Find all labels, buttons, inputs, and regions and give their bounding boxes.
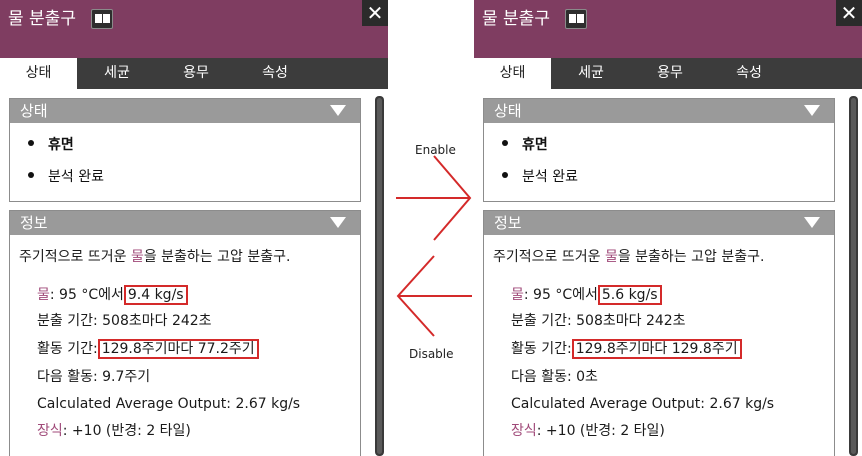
geyser-description: 주기적으로 뜨거운 물을 분출하는 고압 분출구. <box>493 249 765 265</box>
decor-link[interactable]: 장식 <box>37 423 63 439</box>
panel-titlebar: 물 분출구 ✕ <box>474 0 862 58</box>
water-rate-highlight: 5.6 kg/s <box>597 285 662 305</box>
tab-bar: 상태 세균 용무 속성 <box>474 58 862 89</box>
tab-status[interactable]: 상태 <box>474 58 551 89</box>
water-link[interactable]: 물 <box>37 287 50 303</box>
tab-germs[interactable]: 세균 <box>551 58 631 89</box>
bullet-icon <box>502 172 508 178</box>
tab-status[interactable]: 상태 <box>0 58 77 89</box>
status-section-header[interactable]: 상태 <box>484 99 834 123</box>
tab-bar: 상태 세균 용무 속성 <box>0 58 388 89</box>
info-section: 정보 주기적으로 뜨거운 물을 분출하는 고압 분출구. 물: 95 °C에서 9… <box>9 210 361 456</box>
arrow-right-icon <box>396 155 472 241</box>
status-section: 상태 휴면 분석 완료 <box>9 98 361 202</box>
info-section-header[interactable]: 정보 <box>10 211 360 235</box>
close-button[interactable]: ✕ <box>836 0 862 26</box>
panel-title: 물 분출구 <box>8 9 76 29</box>
next-activity-row: 다음 활동: 9.7주기 <box>37 369 151 385</box>
geyser-panel-after: 물 분출구 ✕ 상태 세균 용무 속성 상태 휴면 분석 완료 정보 주기적으로… <box>474 0 862 456</box>
codex-book-icon[interactable] <box>91 9 113 29</box>
tab-errands[interactable]: 용무 <box>157 58 235 89</box>
bullet-icon <box>28 172 34 178</box>
scrollbar[interactable] <box>375 96 384 456</box>
status-item: 휴면 <box>502 135 548 155</box>
decor-link[interactable]: 장식 <box>511 423 537 439</box>
disable-label: Disable <box>409 347 454 361</box>
info-section: 정보 주기적으로 뜨거운 물을 분출하는 고압 분출구. 물: 95 °C에서 5… <box>483 210 835 456</box>
comparison-stage: 물 분출구 ✕ 상태 세균 용무 속성 상태 휴면 분석 완료 정보 주기적으로… <box>0 0 862 456</box>
average-output-row: Calculated Average Output: 2.67 kg/s <box>37 396 301 412</box>
tab-germs[interactable]: 세균 <box>77 58 157 89</box>
average-output-row: Calculated Average Output: 2.67 kg/s <box>511 396 775 412</box>
water-output-row: 물: 95 °C에서 5.6 kg/s <box>511 285 662 305</box>
collapse-triangle-icon[interactable] <box>804 217 820 228</box>
eruption-period-row: 분출 기간: 508초마다 242초 <box>511 313 686 329</box>
panel-title: 물 분출구 <box>482 9 550 29</box>
status-item: 분석 완료 <box>502 167 578 187</box>
decor-row: 장식: +10 (반경: 2 타일) <box>37 423 191 439</box>
arrow-left-icon <box>396 255 472 337</box>
water-output-row: 물: 95 °C에서 9.4 kg/s <box>37 285 188 305</box>
status-item: 휴면 <box>28 135 74 155</box>
geyser-panel-before: 물 분출구 ✕ 상태 세균 용무 속성 상태 휴면 분석 완료 정보 주기적으로… <box>0 0 388 456</box>
active-period-row: 활동 기간: 129.8주기마다 129.8주기 <box>511 339 742 359</box>
panel-titlebar: 물 분출구 ✕ <box>0 0 388 58</box>
status-section-title: 상태 <box>20 102 48 120</box>
bullet-icon <box>28 140 34 146</box>
active-period-row: 활동 기간: 129.8주기마다 77.2주기 <box>37 339 259 359</box>
geyser-description: 주기적으로 뜨거운 물을 분출하는 고압 분출구. <box>19 249 291 265</box>
scrollbar-thumb[interactable] <box>377 98 382 454</box>
status-section-title: 상태 <box>494 102 522 120</box>
info-section-title: 정보 <box>20 214 48 232</box>
water-link[interactable]: 물 <box>131 249 144 265</box>
status-item: 분석 완료 <box>28 167 104 187</box>
collapse-triangle-icon[interactable] <box>330 105 346 116</box>
status-section-header[interactable]: 상태 <box>10 99 360 123</box>
scrollbar-thumb[interactable] <box>851 98 856 454</box>
water-rate-highlight: 9.4 kg/s <box>123 285 188 305</box>
active-period-highlight: 129.8주기마다 77.2주기 <box>97 339 259 359</box>
bullet-icon <box>502 140 508 146</box>
enable-label: Enable <box>415 143 456 157</box>
codex-book-icon[interactable] <box>565 9 587 29</box>
close-button[interactable]: ✕ <box>362 0 388 26</box>
tab-properties[interactable]: 속성 <box>235 58 315 89</box>
water-link[interactable]: 물 <box>605 249 618 265</box>
water-link[interactable]: 물 <box>511 287 524 303</box>
tab-properties[interactable]: 속성 <box>709 58 789 89</box>
collapse-triangle-icon[interactable] <box>804 105 820 116</box>
info-section-header[interactable]: 정보 <box>484 211 834 235</box>
collapse-triangle-icon[interactable] <box>330 217 346 228</box>
status-section: 상태 휴면 분석 완료 <box>483 98 835 202</box>
active-period-highlight: 129.8주기마다 129.8주기 <box>571 339 742 359</box>
scrollbar[interactable] <box>849 96 858 456</box>
next-activity-row: 다음 활동: 0초 <box>511 369 598 385</box>
tab-errands[interactable]: 용무 <box>631 58 709 89</box>
decor-row: 장식: +10 (반경: 2 타일) <box>511 423 665 439</box>
info-section-title: 정보 <box>494 214 522 232</box>
eruption-period-row: 분출 기간: 508초마다 242초 <box>37 313 212 329</box>
